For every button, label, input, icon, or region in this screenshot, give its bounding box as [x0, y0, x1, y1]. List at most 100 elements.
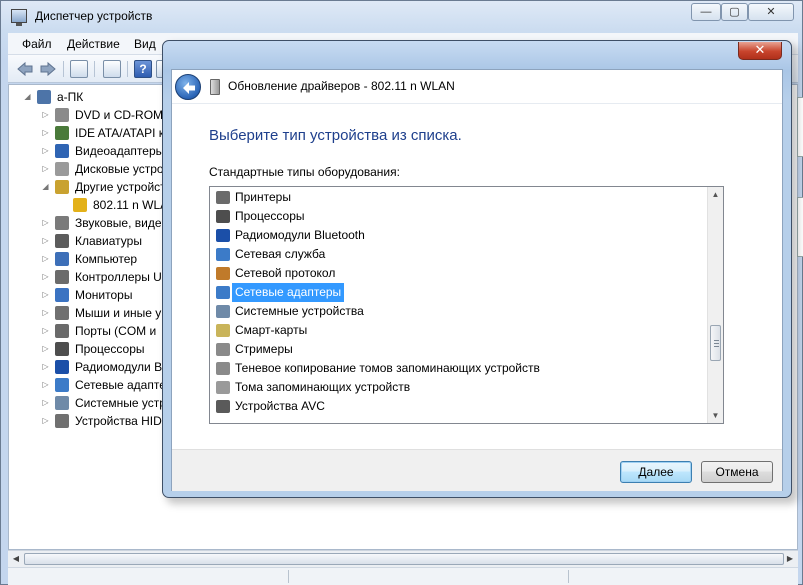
expand-icon[interactable]: ▷: [41, 214, 50, 232]
tree-item-label: Контроллеры U: [75, 270, 162, 284]
network-service-icon: [216, 248, 230, 261]
dialog-content: Обновление драйверов - 802.11 n WLAN Выб…: [171, 69, 783, 491]
minimize-button[interactable]: —: [691, 3, 721, 21]
expand-icon[interactable]: ▷: [41, 142, 50, 160]
expand-icon[interactable]: ▷: [41, 232, 50, 250]
expand-icon[interactable]: ▷: [41, 124, 50, 142]
list-item-label: Тома запоминающих устройств: [235, 380, 411, 394]
bluetooth-icon: [216, 229, 230, 242]
tree-item-label: Клавиатуры: [75, 234, 142, 248]
title-bar[interactable]: Диспетчер устройств — ▢ ✕: [1, 1, 802, 33]
list-item-label: Сетевая служба: [235, 247, 326, 261]
tree-item-label: Системные устр: [75, 396, 166, 410]
speaker-icon: [55, 216, 69, 230]
ide-controller-icon: [55, 126, 69, 140]
tree-item-label: Мыши и иные у: [75, 306, 162, 320]
next-button[interactable]: Далее: [620, 461, 692, 483]
device-card-icon: [210, 79, 220, 95]
tree-item-label: Мониторы: [75, 288, 133, 302]
volume-shadow-icon: [216, 362, 230, 375]
cancel-button[interactable]: Отмена: [701, 461, 773, 483]
maximize-button[interactable]: ▢: [721, 3, 748, 21]
tree-item-label: IDE ATA/ATAPI к: [75, 126, 165, 140]
tape-drive-icon: [216, 343, 230, 356]
scroll-thumb[interactable]: [710, 325, 721, 361]
usb-icon: [55, 270, 69, 284]
scroll-right-icon[interactable]: ▶: [784, 553, 796, 565]
forward-arrow-icon[interactable]: [39, 60, 57, 78]
menu-action[interactable]: Действие: [67, 37, 120, 51]
display-adapter-icon: [55, 144, 69, 158]
computer-icon: [37, 90, 51, 104]
expand-icon[interactable]: ▷: [41, 358, 50, 376]
scroll-up-icon[interactable]: ▲: [708, 187, 723, 202]
tree-item-label: Сетевые адапте: [75, 378, 166, 392]
expand-icon[interactable]: ▷: [41, 394, 50, 412]
scroll-thumb[interactable]: [24, 553, 784, 565]
vertical-scrollbar[interactable]: ▲ ▼: [707, 187, 723, 423]
tree-item-label: Звуковые, видео: [75, 216, 169, 230]
menu-file[interactable]: Файл: [22, 37, 52, 51]
avc-device-icon: [216, 400, 230, 413]
monitor-icon: [55, 288, 69, 302]
scroll-down-icon[interactable]: ▼: [708, 408, 723, 423]
window-close-button[interactable]: ✕: [748, 3, 794, 21]
list-item-label: Сетевой протокол: [235, 266, 336, 280]
expand-icon[interactable]: ▷: [41, 340, 50, 358]
tree-item-label: Порты (COM и: [75, 324, 157, 338]
list-item-label: Принтеры: [235, 190, 291, 204]
tree-item-label: Другие устройст: [75, 180, 166, 194]
dialog-close-button[interactable]: ✕: [738, 42, 782, 60]
dialog-header: Обновление драйверов - 802.11 n WLAN: [172, 70, 782, 104]
expand-icon[interactable]: ▷: [41, 412, 50, 430]
tree-item-label: Радиомодули B: [75, 360, 163, 374]
dialog-footer: Далее Отмена: [172, 449, 782, 491]
window-title: Диспетчер устройств: [35, 9, 153, 23]
back-button[interactable]: [175, 74, 201, 100]
printer-icon: [216, 191, 230, 204]
properties-icon[interactable]: [103, 60, 121, 78]
back-arrow-icon[interactable]: [16, 60, 34, 78]
menu-view[interactable]: Вид: [134, 37, 156, 51]
expand-icon[interactable]: ▷: [41, 106, 50, 124]
expand-icon[interactable]: [59, 196, 68, 214]
hid-icon: [55, 414, 69, 428]
disk-drive-icon: [55, 162, 69, 176]
processor-icon: [216, 210, 230, 223]
status-bar: [8, 567, 798, 585]
expand-icon[interactable]: ▷: [41, 268, 50, 286]
system-device-icon: [55, 396, 69, 410]
computer-icon: [55, 252, 69, 266]
list-item-label: Теневое копирование томов запоминающих у…: [235, 361, 540, 375]
horizontal-scrollbar[interactable]: ◀ ▶: [8, 550, 798, 567]
storage-volume-icon: [216, 381, 230, 394]
tree-root-label: а-ПК: [57, 90, 84, 104]
list-item-label: Устройства AVC: [235, 399, 325, 413]
hardware-type-list[interactable]: Принтеры Процессоры Радиомодули Bluetooth С…: [209, 186, 724, 424]
bluetooth-icon: [55, 360, 69, 374]
update-driver-dialog: ✕ Обновление драйверов - 802.11 n WLAN В…: [162, 40, 792, 498]
keyboard-icon: [55, 234, 69, 248]
list-item-label: Системные устройства: [235, 304, 364, 318]
scroll-left-icon[interactable]: ◀: [10, 553, 22, 565]
expand-icon[interactable]: ▷: [41, 160, 50, 178]
page-heading: Выберите тип устройства из списка.: [209, 127, 462, 144]
help-icon[interactable]: ?: [134, 60, 152, 78]
expand-icon[interactable]: ▷: [41, 250, 50, 268]
list-item-label: Процессоры: [235, 209, 305, 223]
tree-item-label: Устройства HID: [75, 414, 162, 428]
tree-item-label: Процессоры: [75, 342, 145, 356]
list-item-label: Смарт-карты: [235, 323, 308, 337]
expand-icon[interactable]: ▷: [41, 376, 50, 394]
collapse-icon[interactable]: ◢: [41, 178, 50, 196]
expand-icon[interactable]: ▷: [41, 322, 50, 340]
expand-icon[interactable]: ▷: [41, 304, 50, 322]
expand-icon[interactable]: ▷: [41, 286, 50, 304]
warning-device-icon: [73, 198, 87, 212]
console-tree-icon[interactable]: [70, 60, 88, 78]
tree-item-label: Видеоадаптеры: [75, 144, 165, 158]
collapse-icon[interactable]: ◢: [23, 88, 32, 106]
list-item-label: Стримеры: [235, 342, 293, 356]
back-arrow-icon: [183, 82, 195, 94]
network-adapter-icon: [55, 378, 69, 392]
